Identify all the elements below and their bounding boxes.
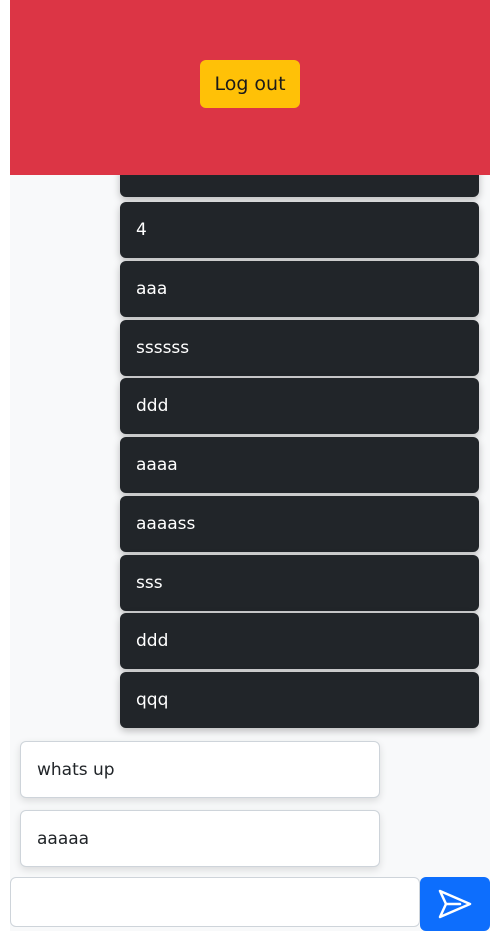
message-sent: aaa [120, 261, 479, 317]
message-sent: ddd [120, 613, 479, 669]
message-sent: aaaass [120, 496, 479, 552]
message-sent: aaaa [120, 437, 479, 493]
message-text: sss [136, 573, 163, 593]
message-text: ddd [136, 631, 169, 651]
logout-button[interactable]: Log out [200, 60, 300, 108]
message-text: aaaa [136, 455, 178, 475]
message-text: 4 [136, 220, 147, 240]
message-sent: ssssss [120, 320, 479, 376]
message-text: whats up [37, 759, 115, 780]
message-received: aaaaa [20, 810, 380, 867]
message-text: aaaaa [37, 828, 90, 849]
message-sent: ddd [120, 378, 479, 434]
message-text: aaaass [136, 514, 196, 534]
message-received: whats up [20, 741, 380, 798]
message-text: aaa [136, 279, 168, 299]
send-icon [438, 889, 472, 919]
send-button[interactable] [420, 877, 490, 931]
message-sent: 4 [120, 202, 479, 258]
message-sent: qqq [120, 672, 479, 728]
message-text: ddd [136, 396, 169, 416]
message-text: ssssss [136, 338, 190, 358]
message-sent: sss [120, 555, 479, 611]
message-input[interactable] [10, 877, 420, 927]
message-text: qqq [136, 690, 169, 710]
chat-app: 3 4 aaa ssssss ddd aaaa aaaass sss ddd q… [10, 0, 490, 931]
app-header: Log out [10, 0, 490, 175]
